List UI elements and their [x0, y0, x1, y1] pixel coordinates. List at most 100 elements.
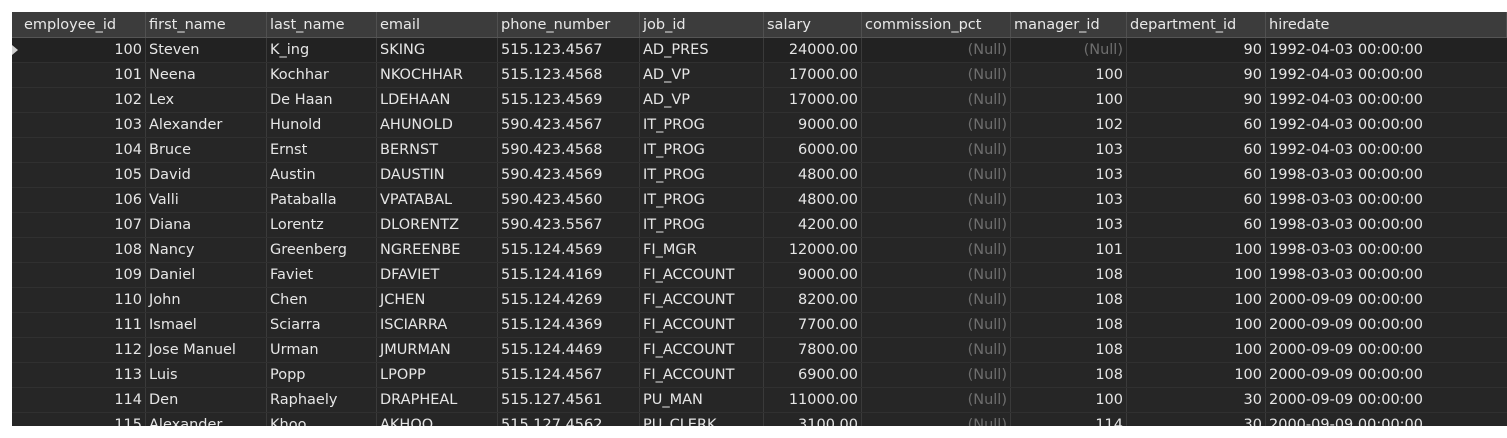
- table-row[interactable]: 112 Jose Manuel Urman JMURMAN 515.124.4469 FI…: [12, 338, 1507, 363]
- table-row[interactable]: 108 Nancy Greenberg NGREENBE 515.124.4569 FI_…: [12, 238, 1507, 263]
- cell-salary[interactable]: 9000.00: [764, 113, 862, 137]
- cell-manager-id[interactable]: 102: [1011, 113, 1127, 137]
- cell-email[interactable]: VPATABAL: [377, 188, 498, 212]
- cell-last-name[interactable]: Kochhar: [267, 63, 377, 87]
- cell-phone-number[interactable]: 515.124.4567: [498, 363, 640, 387]
- cell-phone-number[interactable]: 515.124.4369: [498, 313, 640, 337]
- table-row[interactable]: 102 Lex De Haan LDEHAAN 515.123.4569 AD_VP 170…: [12, 88, 1507, 113]
- cell-last-name[interactable]: Urman: [267, 338, 377, 362]
- cell-commission-pct[interactable]: (Null): [862, 38, 1011, 62]
- cell-email[interactable]: LDEHAAN: [377, 88, 498, 112]
- cell-job-id[interactable]: IT_PROG: [640, 213, 764, 237]
- cell-salary[interactable]: 6000.00: [764, 138, 862, 162]
- cell-commission-pct[interactable]: (Null): [862, 413, 1011, 426]
- cell-email[interactable]: DLORENTZ: [377, 213, 498, 237]
- cell-job-id[interactable]: IT_PROG: [640, 138, 764, 162]
- cell-hiredate[interactable]: 2000-09-09 00:00:00: [1266, 363, 1507, 387]
- cell-department-id[interactable]: 30: [1127, 388, 1266, 412]
- cell-last-name[interactable]: Hunold: [267, 113, 377, 137]
- cell-commission-pct[interactable]: (Null): [862, 238, 1011, 262]
- cell-manager-id[interactable]: 103: [1011, 138, 1127, 162]
- column-header-email[interactable]: email: [377, 12, 498, 37]
- cell-employee-id[interactable]: 104: [21, 138, 146, 162]
- cell-job-id[interactable]: FI_ACCOUNT: [640, 363, 764, 387]
- cell-job-id[interactable]: FI_ACCOUNT: [640, 338, 764, 362]
- cell-commission-pct[interactable]: (Null): [862, 388, 1011, 412]
- cell-first-name[interactable]: Valli: [146, 188, 267, 212]
- cell-phone-number[interactable]: 515.124.4169: [498, 263, 640, 287]
- cell-salary[interactable]: 8200.00: [764, 288, 862, 312]
- cell-last-name[interactable]: Greenberg: [267, 238, 377, 262]
- cell-manager-id[interactable]: 108: [1011, 313, 1127, 337]
- cell-salary[interactable]: 3100.00: [764, 413, 862, 426]
- cell-last-name[interactable]: Lorentz: [267, 213, 377, 237]
- table-row[interactable]: 105 David Austin DAUSTIN 590.423.4569 IT_PROG…: [12, 163, 1507, 188]
- cell-employee-id[interactable]: 102: [21, 88, 146, 112]
- cell-employee-id[interactable]: 101: [21, 63, 146, 87]
- cell-first-name[interactable]: Diana: [146, 213, 267, 237]
- cell-email[interactable]: JMURMAN: [377, 338, 498, 362]
- cell-employee-id[interactable]: 103: [21, 113, 146, 137]
- cell-department-id[interactable]: 100: [1127, 363, 1266, 387]
- cell-first-name[interactable]: Alexander: [146, 113, 267, 137]
- cell-first-name[interactable]: Luis: [146, 363, 267, 387]
- cell-department-id[interactable]: 100: [1127, 263, 1266, 287]
- cell-email[interactable]: SKING: [377, 38, 498, 62]
- cell-last-name[interactable]: Khoo: [267, 413, 377, 426]
- cell-salary[interactable]: 9000.00: [764, 263, 862, 287]
- cell-employee-id[interactable]: 112: [21, 338, 146, 362]
- cell-manager-id[interactable]: 108: [1011, 263, 1127, 287]
- cell-last-name[interactable]: Raphaely: [267, 388, 377, 412]
- table-row[interactable]: 110 John Chen JCHEN 515.124.4269 FI_ACCOUNT 82…: [12, 288, 1507, 313]
- cell-first-name[interactable]: Den: [146, 388, 267, 412]
- cell-last-name[interactable]: Pataballa: [267, 188, 377, 212]
- cell-first-name[interactable]: Nancy: [146, 238, 267, 262]
- cell-phone-number[interactable]: 515.124.4569: [498, 238, 640, 262]
- cell-email[interactable]: NGREENBE: [377, 238, 498, 262]
- cell-phone-number[interactable]: 515.123.4569: [498, 88, 640, 112]
- cell-manager-id[interactable]: 108: [1011, 363, 1127, 387]
- cell-phone-number[interactable]: 590.423.4569: [498, 163, 640, 187]
- cell-email[interactable]: ISCIARRA: [377, 313, 498, 337]
- cell-job-id[interactable]: AD_VP: [640, 88, 764, 112]
- cell-first-name[interactable]: Jose Manuel: [146, 338, 267, 362]
- cell-first-name[interactable]: Lex: [146, 88, 267, 112]
- cell-last-name[interactable]: De Haan: [267, 88, 377, 112]
- cell-employee-id[interactable]: 106: [21, 188, 146, 212]
- cell-job-id[interactable]: AD_VP: [640, 63, 764, 87]
- cell-department-id[interactable]: 30: [1127, 413, 1266, 426]
- cell-commission-pct[interactable]: (Null): [862, 113, 1011, 137]
- cell-commission-pct[interactable]: (Null): [862, 263, 1011, 287]
- cell-manager-id[interactable]: 114: [1011, 413, 1127, 426]
- cell-hiredate[interactable]: 1992-04-03 00:00:00: [1266, 138, 1507, 162]
- cell-first-name[interactable]: John: [146, 288, 267, 312]
- cell-employee-id[interactable]: 109: [21, 263, 146, 287]
- cell-manager-id[interactable]: 100: [1011, 63, 1127, 87]
- cell-salary[interactable]: 12000.00: [764, 238, 862, 262]
- cell-last-name[interactable]: Faviet: [267, 263, 377, 287]
- cell-employee-id[interactable]: 115: [21, 413, 146, 426]
- result-grid[interactable]: employee_id first_name last_name email phone…: [12, 12, 1507, 426]
- cell-department-id[interactable]: 100: [1127, 313, 1266, 337]
- table-row[interactable]: 101 Neena Kochhar NKOCHHAR 515.123.4568 AD_VP…: [12, 63, 1507, 88]
- column-header-first-name[interactable]: first_name: [146, 12, 267, 37]
- cell-manager-id[interactable]: 103: [1011, 163, 1127, 187]
- cell-manager-id[interactable]: 100: [1011, 88, 1127, 112]
- cell-job-id[interactable]: FI_ACCOUNT: [640, 313, 764, 337]
- cell-commission-pct[interactable]: (Null): [862, 213, 1011, 237]
- cell-employee-id[interactable]: 100: [21, 38, 146, 62]
- column-header-last-name[interactable]: last_name: [267, 12, 377, 37]
- cell-hiredate[interactable]: 1992-04-03 00:00:00: [1266, 63, 1507, 87]
- cell-employee-id[interactable]: 105: [21, 163, 146, 187]
- cell-last-name[interactable]: Popp: [267, 363, 377, 387]
- cell-job-id[interactable]: PU_CLERK: [640, 413, 764, 426]
- table-row[interactable]: 100 Steven K_ing SKING 515.123.4567 AD_PRES 24…: [12, 38, 1507, 63]
- cell-department-id[interactable]: 100: [1127, 238, 1266, 262]
- cell-hiredate[interactable]: 2000-09-09 00:00:00: [1266, 413, 1507, 426]
- cell-manager-id[interactable]: 101: [1011, 238, 1127, 262]
- cell-phone-number[interactable]: 515.123.4567: [498, 38, 640, 62]
- cell-salary[interactable]: 7800.00: [764, 338, 862, 362]
- cell-commission-pct[interactable]: (Null): [862, 313, 1011, 337]
- cell-manager-id[interactable]: 108: [1011, 338, 1127, 362]
- table-row[interactable]: 109 Daniel Faviet DFAVIET 515.124.4169 FI_ACC…: [12, 263, 1507, 288]
